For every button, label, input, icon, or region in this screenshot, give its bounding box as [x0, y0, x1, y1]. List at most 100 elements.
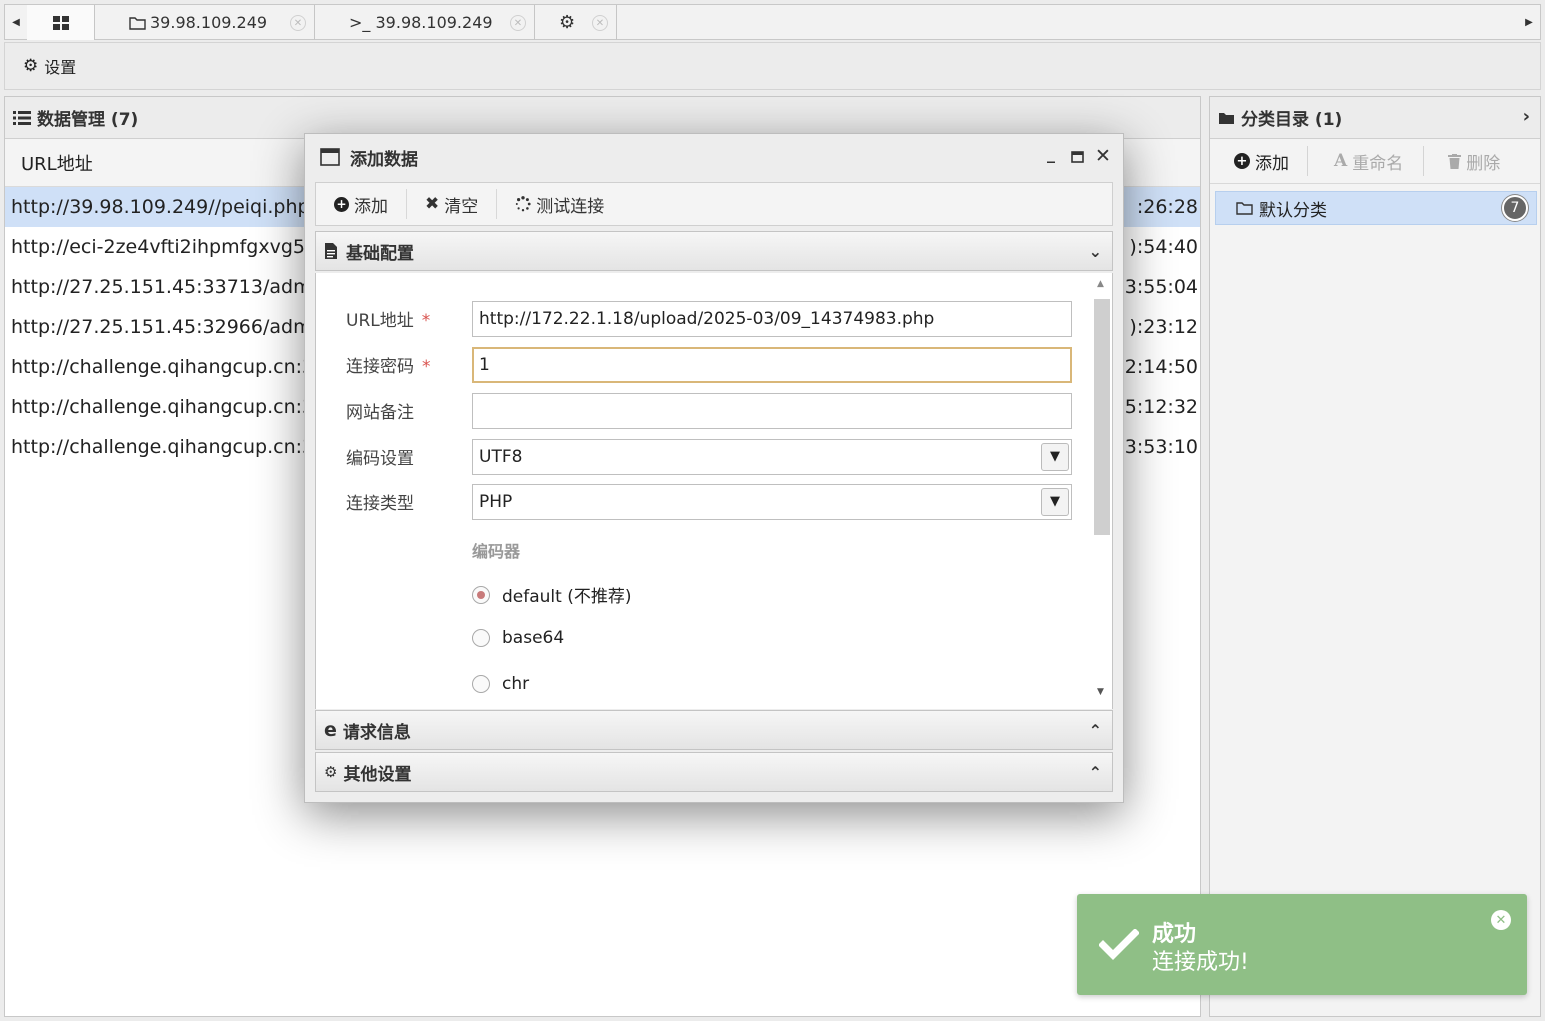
- category-name: 默认分类: [1259, 200, 1327, 221]
- category-toolbar: + 添加 A 重命名 删除: [1210, 139, 1540, 184]
- radio-button[interactable]: [472, 675, 490, 693]
- panel-title: 分类目录 (1): [1241, 110, 1343, 130]
- row-url: http://challenge.qihangcup.cn:340: [11, 396, 339, 418]
- encoder-option-base64[interactable]: base64: [472, 628, 564, 648]
- font-icon: A: [1334, 151, 1348, 171]
- grid-icon: [52, 15, 69, 30]
- tab-scroll-left-button[interactable]: ◀: [5, 5, 27, 40]
- folder-icon: [129, 16, 146, 30]
- encoding-label: 编码设置: [346, 449, 414, 469]
- row-time: 2:14:50: [1124, 356, 1198, 378]
- dialog-toolbar: + 添加 ✖ 清空 测试连接: [315, 182, 1113, 226]
- trash-icon: [1448, 153, 1462, 169]
- basic-config-form: URL地址 * http://172.22.1.18/upload/2025-03…: [315, 273, 1113, 709]
- main-toolbar: ⚙ 设置: [4, 42, 1541, 90]
- close-icon[interactable]: ✕: [1095, 145, 1111, 167]
- toast-message: 连接成功!: [1152, 950, 1249, 975]
- clear-label: 清空: [444, 196, 479, 217]
- scroll-up-icon[interactable]: ▲: [1097, 279, 1104, 289]
- type-label: 连接类型: [346, 494, 414, 514]
- edge-icon: e: [324, 719, 337, 741]
- tab-label: 39.98.109.249: [150, 13, 268, 32]
- settings-label: 设置: [44, 58, 77, 77]
- tab-scroll-right-button[interactable]: ▶: [1518, 5, 1540, 40]
- row-url: http://eci-2ze4vfti2ihpmfgxvg5y.c: [11, 236, 331, 258]
- section-other-header[interactable]: ⚙ 其他设置 ⌃: [315, 752, 1113, 792]
- add-data-dialog: 添加数据 _ ✕ + 添加 ✖ 清空 测试连接 基础配置 ⌄ URL地址 * ht…: [304, 133, 1124, 803]
- url-input[interactable]: http://172.22.1.18/upload/2025-03/09_143…: [472, 301, 1072, 337]
- tab-label: >_ 39.98.109.249: [349, 13, 493, 32]
- gears-icon: ⚙: [324, 763, 338, 781]
- minimize-icon[interactable]: _: [1047, 144, 1055, 163]
- type-select[interactable]: PHP ▼: [472, 484, 1072, 520]
- column-header-label: URL地址: [21, 153, 93, 175]
- required-mark: *: [421, 311, 431, 331]
- url-label: URL地址 *: [346, 311, 431, 331]
- encoding-select[interactable]: UTF8 ▼: [472, 439, 1072, 475]
- radio-label: chr: [502, 674, 530, 694]
- spinner-icon: [516, 196, 531, 212]
- tab-file-manager[interactable]: 39.98.109.249 ✕: [95, 5, 315, 40]
- section-request-header[interactable]: e 请求信息 ⌃: [315, 710, 1113, 750]
- password-label: 连接密码 *: [346, 357, 431, 377]
- row-time: 3:53:10: [1124, 436, 1198, 458]
- note-label: 网站备注: [346, 403, 414, 423]
- chevron-up-icon: ⌃: [1088, 721, 1102, 740]
- plus-circle-icon: +: [1234, 153, 1250, 169]
- row-url: http://challenge.qihangcup.cn:334: [11, 436, 339, 458]
- scroll-thumb[interactable]: [1094, 299, 1110, 535]
- category-item-default[interactable]: 默认分类 7: [1215, 191, 1537, 225]
- settings-button[interactable]: ⚙ 设置: [23, 54, 76, 78]
- rename-label: 重命名: [1352, 153, 1404, 174]
- type-value: PHP: [479, 492, 513, 512]
- section-title: 其他设置: [343, 764, 412, 785]
- dialog-title: 添加数据: [350, 149, 418, 170]
- row-time: 5:12:32: [1124, 396, 1198, 418]
- row-time: ):54:40: [1129, 236, 1198, 258]
- row-url: http://challenge.qihangcup.cn:353: [11, 356, 339, 378]
- delete-category-button[interactable]: 删除: [1424, 146, 1500, 176]
- panel-title: 数据管理 (7): [37, 110, 139, 130]
- dialog-titlebar[interactable]: 添加数据 _ ✕: [305, 134, 1123, 180]
- check-icon: [1099, 929, 1139, 960]
- tab-terminal[interactable]: >_ 39.98.109.249 ✕: [315, 5, 535, 40]
- test-label: 测试连接: [536, 196, 605, 217]
- password-input[interactable]: 1: [472, 347, 1072, 383]
- rename-category-button[interactable]: A 重命名: [1308, 146, 1425, 176]
- tab-settings[interactable]: ⚙ ✕: [535, 5, 617, 40]
- row-time: :26:28: [1136, 196, 1198, 218]
- gear-icon: ⚙: [559, 12, 576, 33]
- section-basic-header[interactable]: 基础配置 ⌄: [315, 231, 1113, 271]
- tab-home[interactable]: [27, 5, 95, 40]
- add-label: 添加: [354, 196, 388, 217]
- plus-circle-icon: +: [334, 196, 349, 212]
- chevron-down-icon: ▼: [1041, 443, 1069, 471]
- radio-button[interactable]: [472, 585, 490, 604]
- required-mark: *: [422, 357, 431, 377]
- tab-close-icon[interactable]: ✕: [290, 15, 306, 31]
- test-connection-button[interactable]: 测试连接: [497, 189, 622, 219]
- encoder-option-chr[interactable]: chr: [472, 674, 529, 694]
- panel-header: 分类目录 (1) ›: [1210, 97, 1540, 139]
- tab-close-icon[interactable]: ✕: [510, 15, 526, 31]
- file-text-icon: [325, 243, 337, 259]
- count-badge: 7: [1502, 195, 1528, 221]
- scroll-down-icon[interactable]: ▼: [1097, 687, 1104, 697]
- radio-button[interactable]: [472, 629, 490, 647]
- success-toast: 成功 连接成功! ✕: [1077, 894, 1527, 995]
- add-label: 添加: [1255, 153, 1289, 174]
- encoder-option-default[interactable]: default (不推荐): [472, 582, 631, 607]
- radio-label: default (不推荐): [502, 587, 632, 607]
- tab-close-icon[interactable]: ✕: [592, 15, 608, 31]
- chevron-up-icon: ⌃: [1088, 763, 1102, 782]
- maximize-icon[interactable]: [1071, 151, 1084, 163]
- chevron-right-icon[interactable]: ›: [1523, 106, 1530, 127]
- close-icon[interactable]: ✕: [1491, 910, 1511, 930]
- form-scrollbar[interactable]: ▲ ▼: [1092, 277, 1110, 703]
- add-category-button[interactable]: + 添加: [1210, 146, 1308, 176]
- clear-button[interactable]: ✖ 清空: [407, 189, 498, 219]
- encoder-label: 编码器: [472, 542, 521, 561]
- note-input[interactable]: [472, 393, 1072, 429]
- row-url: http://39.98.109.249//peiqi.php: [11, 196, 310, 218]
- add-button[interactable]: + 添加: [316, 189, 407, 219]
